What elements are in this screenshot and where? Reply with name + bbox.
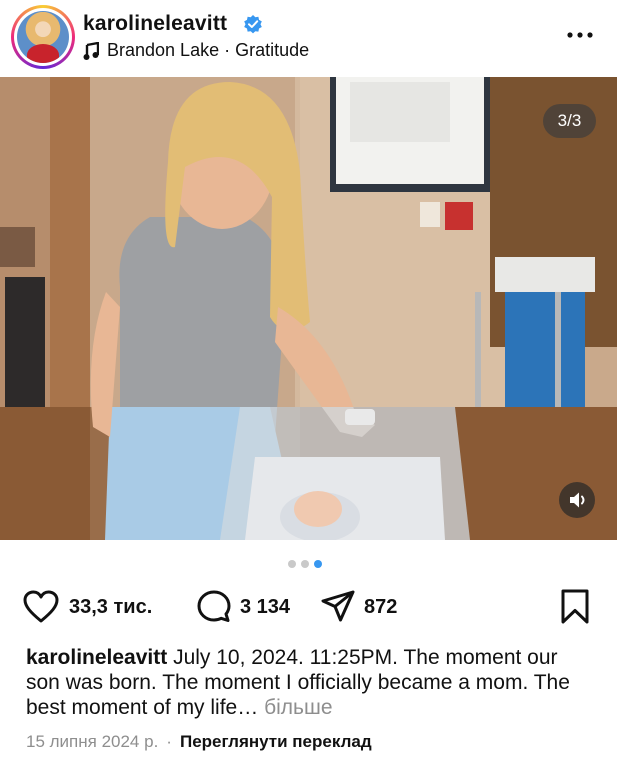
caption-username[interactable]: karolineleavitt: [26, 646, 167, 669]
comment-icon[interactable]: [196, 589, 232, 625]
carousel-dot-active: [314, 560, 322, 568]
post-meta: 15 липня 2024 р. · Переглянути переклад: [26, 732, 372, 752]
translate-link[interactable]: Переглянути переклад: [180, 732, 372, 752]
post-date: 15 липня 2024 р.: [26, 732, 159, 751]
music-link[interactable]: Brandon Lake · Gratitude: [83, 40, 309, 61]
heart-icon[interactable]: [22, 590, 60, 624]
share-action[interactable]: 872: [320, 586, 397, 628]
shares-count[interactable]: 872: [364, 596, 397, 619]
volume-button[interactable]: [559, 482, 595, 518]
slide-counter: 3/3: [543, 104, 596, 138]
username-link[interactable]: karolineleavitt: [83, 12, 227, 36]
carousel-dot: [288, 560, 296, 568]
like-action[interactable]: 33,3 тис.: [22, 586, 152, 628]
music-label: Brandon Lake · Gratitude: [107, 40, 310, 60]
more-link[interactable]: більше: [264, 696, 332, 719]
post-header: karolineleavitt Brandon Lake · Gratitude: [0, 0, 617, 76]
avatar[interactable]: [11, 5, 75, 69]
likes-count[interactable]: 33,3 тис.: [69, 596, 152, 619]
meta-separator: ·: [166, 732, 172, 751]
bookmark-icon[interactable]: [558, 588, 592, 626]
avatar-dress-shape: [27, 44, 59, 63]
avatar-image: [17, 11, 69, 63]
verified-badge-icon: [244, 15, 262, 34]
photo-scene: [0, 77, 617, 540]
comments-count[interactable]: 3 134: [240, 596, 290, 619]
comment-action[interactable]: 3 134: [196, 586, 290, 628]
share-icon[interactable]: [320, 589, 356, 625]
post-photo[interactable]: 3/3: [0, 77, 617, 540]
action-bar: 33,3 тис. 3 134 872: [0, 586, 617, 628]
avatar-border: [14, 8, 72, 66]
bookmark-action[interactable]: [558, 586, 592, 628]
carousel-dot: [301, 560, 309, 568]
music-note-icon: [83, 41, 99, 60]
volume-icon: [570, 492, 585, 508]
more-icon[interactable]: [565, 30, 595, 40]
carousel-dots: [288, 560, 322, 568]
post-caption: karolineleavitt July 10, 2024. 11:25PM. …: [26, 645, 596, 720]
